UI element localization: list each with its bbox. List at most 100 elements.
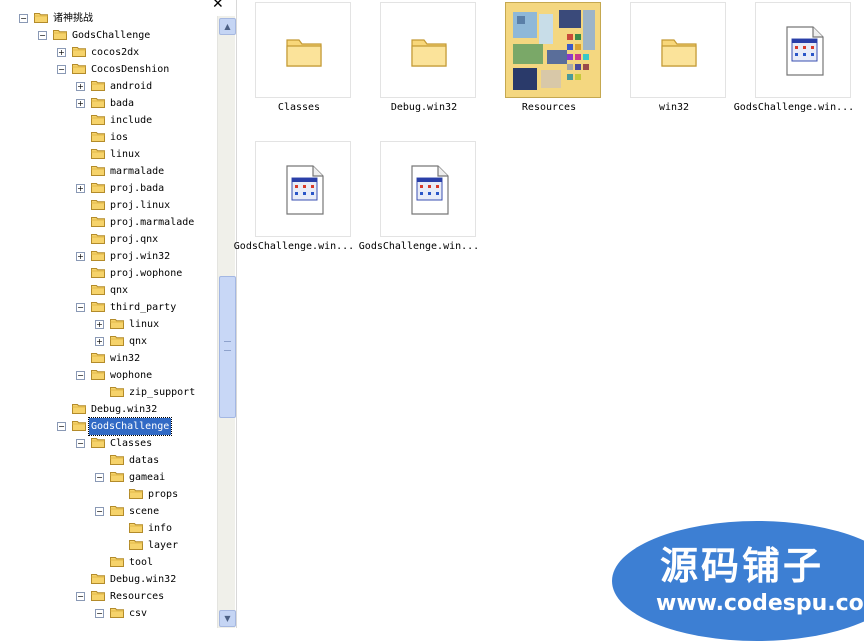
scroll-up-arrow-icon[interactable]: ▲ (219, 18, 236, 35)
tree-node-label[interactable]: cocos2dx (89, 44, 141, 61)
folder-icon (110, 454, 124, 465)
file-tile[interactable]: Resources (487, 0, 612, 130)
tree-node-label[interactable]: GodsChallenge (70, 27, 152, 44)
folder-icon (410, 32, 448, 74)
file-thumbnail[interactable] (630, 2, 726, 98)
tree-node-label[interactable]: android (108, 78, 154, 95)
file-thumbnail[interactable] (255, 2, 351, 98)
tree-node-label[interactable]: win32 (108, 350, 142, 367)
collapse-icon[interactable]: − (19, 14, 28, 23)
tree-node-label[interactable]: linux (108, 146, 142, 163)
scrollbar-thumb[interactable] (219, 276, 236, 418)
collapse-icon[interactable]: − (76, 439, 85, 448)
tree-node-label[interactable]: Classes (108, 435, 154, 452)
folder-icon (110, 505, 124, 516)
watermark-title: 源码铺子 (660, 544, 825, 588)
collapse-icon[interactable]: − (76, 303, 85, 312)
tree-node-label[interactable]: include (108, 112, 154, 129)
scroll-grip-icon (224, 341, 231, 351)
tree-node-label[interactable]: zip_support (127, 384, 197, 401)
file-thumbnail[interactable] (755, 2, 851, 98)
collapse-icon[interactable]: − (76, 592, 85, 601)
folder-icon (110, 386, 124, 397)
file-name: Resources (521, 102, 577, 113)
tree-node-label[interactable]: linux (127, 316, 161, 333)
tree-node-label[interactable]: proj.linux (108, 197, 172, 214)
tree-node-label[interactable]: third_party (108, 299, 178, 316)
tree-node-label[interactable]: Resources (108, 588, 166, 605)
file-tile[interactable]: GodsChallenge.win... (234, 139, 362, 269)
tree-node-label[interactable]: 诸神挑战 (51, 10, 95, 27)
tree-node-label[interactable]: GodsChallenge (87, 417, 173, 436)
collapse-icon[interactable]: − (57, 65, 66, 74)
folder-icon (110, 471, 124, 482)
collapse-icon[interactable]: − (76, 371, 85, 380)
scroll-down-arrow-icon[interactable]: ▼ (219, 610, 236, 627)
folder-icon (129, 488, 143, 499)
tree-node-label[interactable]: CocosDenshion (89, 61, 171, 78)
file-tile[interactable]: GodsChallenge.win... (359, 139, 487, 269)
folder-icon (53, 29, 67, 40)
folder-icon (91, 199, 105, 210)
tree-node-label[interactable]: proj.bada (108, 180, 166, 197)
expand-icon[interactable]: + (76, 252, 85, 261)
collapse-icon[interactable]: − (38, 31, 47, 40)
tree-node-label[interactable]: datas (127, 452, 161, 469)
collapse-icon[interactable]: − (95, 609, 104, 618)
tree-node-label[interactable]: wophone (108, 367, 154, 384)
app-file-icon (410, 164, 450, 220)
file-tile[interactable]: GodsChallenge.win... (734, 0, 862, 130)
expand-icon[interactable]: + (95, 320, 104, 329)
folder-icon (91, 573, 105, 584)
tree-node-label[interactable]: gameai (127, 469, 167, 486)
expand-icon[interactable]: + (57, 48, 66, 57)
tree-node-label[interactable]: qnx (127, 333, 149, 350)
tree-node-label[interactable]: info (146, 520, 174, 537)
tree-node-label[interactable]: proj.marmalade (108, 214, 196, 231)
folder-icon (91, 369, 105, 380)
folder-icon (129, 522, 143, 533)
folder-icon (91, 97, 105, 108)
tree-node-label[interactable]: qnx (108, 282, 130, 299)
tree-node-label[interactable]: csv (127, 605, 149, 622)
collapse-icon[interactable]: − (95, 507, 104, 516)
collapse-icon[interactable]: − (95, 473, 104, 482)
file-thumbnail[interactable] (505, 2, 601, 98)
folder-icon (91, 216, 105, 227)
expand-icon[interactable]: + (76, 184, 85, 193)
folder-icon (91, 590, 105, 601)
folder-icon (285, 32, 323, 74)
tree-node-label[interactable]: bada (108, 95, 136, 112)
folder-icon (91, 80, 105, 91)
tree-node-label[interactable]: tool (127, 554, 155, 571)
tree-node-label[interactable]: Debug.win32 (89, 401, 159, 418)
file-tile[interactable]: win32 (612, 0, 737, 130)
tree-node-label[interactable]: ios (108, 129, 130, 146)
collapse-icon[interactable]: − (57, 422, 66, 431)
file-name: GodsChallenge.win... (358, 241, 480, 252)
file-thumbnail[interactable] (380, 2, 476, 98)
file-thumbnail[interactable] (255, 141, 351, 237)
tree-node-label[interactable]: scene (127, 503, 161, 520)
expand-icon[interactable]: + (76, 82, 85, 91)
watermark-url: www.codespu.com (656, 591, 864, 616)
tree-node-label[interactable]: props (146, 486, 180, 503)
file-tile[interactable]: Classes (237, 0, 362, 130)
close-icon[interactable]: ✕ (212, 0, 224, 12)
folder-icon (660, 32, 698, 74)
tree-node-label[interactable]: marmalade (108, 163, 166, 180)
tree-node-label[interactable]: proj.qnx (108, 231, 160, 248)
folder-icon (34, 12, 48, 23)
file-tile[interactable]: Debug.win32 (362, 0, 487, 130)
expand-icon[interactable]: + (76, 99, 85, 108)
folder-icon (110, 607, 124, 618)
tree-node-label[interactable]: proj.win32 (108, 248, 172, 265)
tree-node-label[interactable]: Debug.win32 (108, 571, 178, 588)
folder-icon (129, 539, 143, 550)
folder-tree-pane: ✕ − 诸神挑战 − GodsChallenge + cocos2dx − CocosDens… (0, 0, 237, 628)
folder-icon (110, 318, 124, 329)
file-thumbnail[interactable] (380, 141, 476, 237)
tree-node-label[interactable]: layer (146, 537, 180, 554)
tree-node-label[interactable]: proj.wophone (108, 265, 184, 282)
expand-icon[interactable]: + (95, 337, 104, 346)
